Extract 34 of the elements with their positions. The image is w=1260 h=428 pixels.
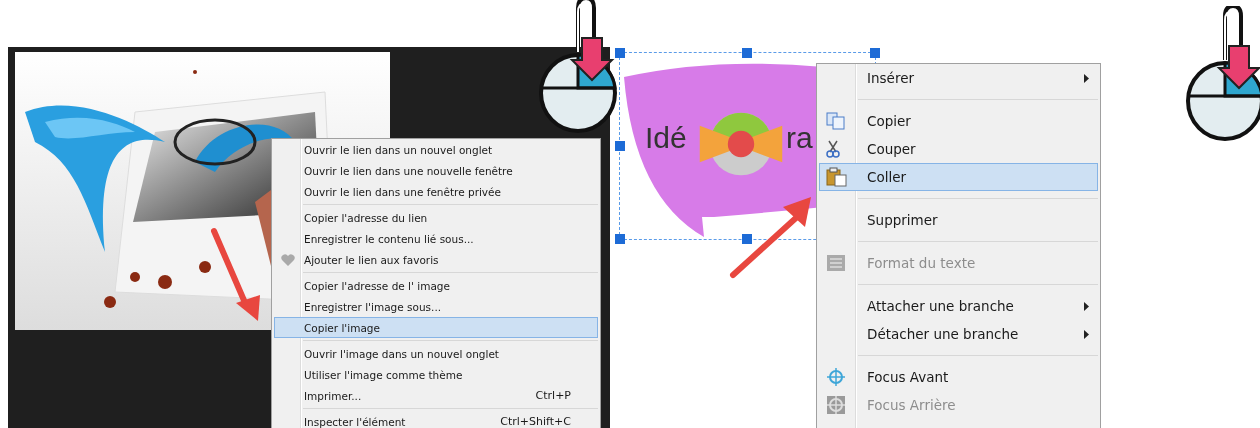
menu-item[interactable]: Copier l'adresse du lien xyxy=(274,207,598,228)
target-icon xyxy=(826,395,846,415)
list-icon xyxy=(826,254,846,272)
resize-handle[interactable] xyxy=(615,48,625,58)
target-icon xyxy=(826,367,846,387)
menu-item[interactable]: Ouvrir le lien dans un nouvel onglet xyxy=(274,139,598,160)
copy-icon xyxy=(826,112,846,130)
clipboard-icon xyxy=(826,167,848,187)
menu-item[interactable]: Ouvrir le lien dans une nouvelle fenêtre xyxy=(274,160,598,181)
menu-item[interactable]: Copier l'adresse de l' image xyxy=(274,275,598,296)
menu-item[interactable]: Enregistrer l'image sous... xyxy=(274,296,598,317)
scissors-icon xyxy=(826,140,840,158)
menu-item[interactable]: Attacher une branche xyxy=(819,292,1098,320)
menu-item[interactable]: Détacher une branche xyxy=(819,320,1098,348)
menu-item[interactable]: Ajouter le lien aux favoris xyxy=(274,249,598,270)
radial-menu-icon xyxy=(698,111,784,177)
menu-item[interactable]: Imprimer... Ctrl+P xyxy=(274,385,598,406)
menu-item[interactable]: Inspecter l'élément Ctrl+Shift+C xyxy=(274,411,598,428)
menu-item[interactable]: Enregistrer le contenu lié sous... xyxy=(274,228,598,249)
mouse-icon xyxy=(1185,6,1260,141)
menu-item[interactable]: Coller xyxy=(819,163,1098,191)
resize-handle[interactable] xyxy=(615,141,625,151)
menu-item[interactable]: Ouvrir le lien dans une fenêtre privée xyxy=(274,181,598,202)
resize-handle[interactable] xyxy=(870,48,880,58)
menu-item[interactable]: Utiliser l'image comme thème xyxy=(274,364,598,385)
node-label: ra xyxy=(786,121,813,155)
resize-handle[interactable] xyxy=(615,234,625,244)
resize-handle[interactable] xyxy=(742,234,752,244)
heart-icon xyxy=(281,253,295,266)
menu-item[interactable]: Ouvrir l'image dans un nouvel onglet xyxy=(274,343,598,364)
menu-item[interactable]: Copier l'image xyxy=(274,317,598,338)
resize-handle[interactable] xyxy=(742,48,752,58)
menu-item[interactable]: Focus Avant xyxy=(819,363,1098,391)
node-label: Idé xyxy=(645,121,687,155)
